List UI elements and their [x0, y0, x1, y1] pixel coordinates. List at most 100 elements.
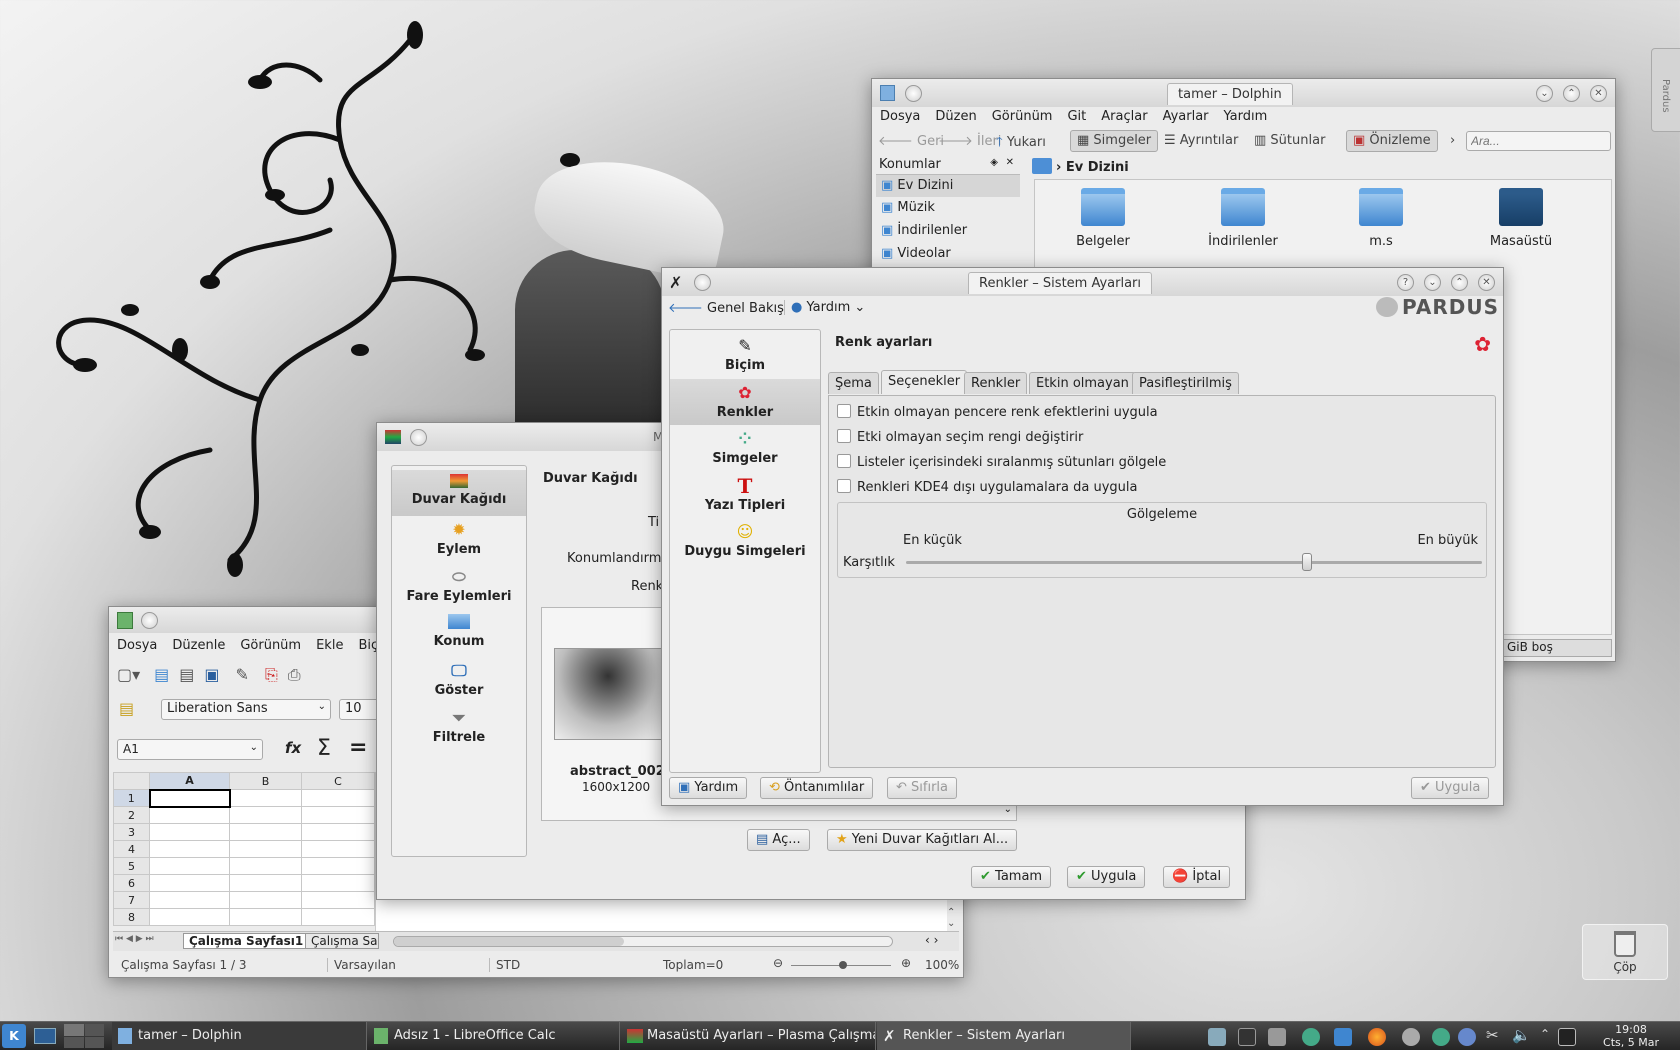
formula-icon[interactable]: = — [349, 735, 367, 760]
forward-button[interactable]: 🡒 İleri — [938, 133, 1001, 149]
back-button[interactable]: 🡐 Geri — [878, 133, 944, 149]
clock[interactable]: 19:08 Cts, 5 Mar — [1588, 1023, 1674, 1049]
window-menu-button[interactable] — [410, 429, 427, 446]
folder-ms[interactable]: m.s — [1333, 188, 1429, 249]
cancel-button[interactable]: ⛔ İptal — [1163, 866, 1231, 888]
user-switch-icon[interactable] — [1458, 1028, 1476, 1046]
pager[interactable] — [64, 1024, 104, 1048]
row-header[interactable]: 8 — [113, 908, 150, 926]
ok-button[interactable]: ✔ Tamam — [971, 866, 1052, 888]
save-as-icon[interactable]: ▣ — [204, 665, 219, 684]
get-new-wallpapers-button[interactable]: ★ Yeni Duvar Kağıtları Al... — [827, 829, 1018, 851]
folder-indirilenler[interactable]: İndirilenler — [1195, 188, 1291, 249]
network-icon[interactable] — [1238, 1028, 1256, 1046]
preview-button[interactable]: ▣ Önizleme — [1346, 130, 1438, 152]
menu-gorunum[interactable]: Görünüm — [240, 638, 301, 653]
open-button[interactable]: ▤ Aç... — [747, 829, 810, 851]
trash-widget[interactable]: Çöp — [1582, 924, 1668, 980]
scroll-left-right-icons[interactable]: ‹ › — [925, 933, 938, 947]
dolphin-titlebar[interactable]: tamer – Dolphin ⌄ ⌃ ✕ — [872, 79, 1615, 107]
show-desktop-icon[interactable] — [34, 1028, 56, 1044]
window-menu-button[interactable] — [905, 85, 922, 102]
menu-ekle[interactable]: Ekle — [316, 638, 343, 653]
option-shade-sorted-columns[interactable]: Listeler içerisindeki sıralanmış sütunla… — [837, 454, 1166, 470]
up-button[interactable]: 🡑 Yukarı — [996, 133, 1046, 155]
pdf-export-icon[interactable]: ⎘ — [265, 665, 278, 684]
status-mode[interactable]: STD — [489, 958, 520, 972]
row-header[interactable]: 2 — [113, 806, 150, 824]
option-apply-non-kde[interactable]: Renkleri KDE4 dışı uygulamalara da uygul… — [837, 479, 1137, 495]
row-header[interactable]: 6 — [113, 874, 150, 892]
place-item-music[interactable]: ▣ Müzik — [876, 197, 1020, 220]
zoom-slider-knob[interactable] — [839, 961, 847, 969]
open-icon[interactable]: ▤ — [154, 665, 169, 684]
minimize-button[interactable]: ⌄ — [1536, 85, 1553, 102]
task-calc[interactable]: Adsız 1 - LibreOffice Calc — [368, 1022, 620, 1050]
system-settings-titlebar[interactable]: ✗ Renkler – Sistem Ayarları ? ⌄ ⌃ ✕ — [662, 268, 1503, 296]
help-menu-button[interactable]: ● Yardım ⌄ — [784, 300, 865, 315]
sidebar-item-emoticons[interactable]: ☺ Duygu Simgeleri — [670, 520, 820, 564]
overview-button[interactable]: 🡐 Genel Bakış — [668, 300, 784, 316]
column-header[interactable]: C — [300, 772, 376, 790]
wallpaper-thumbnail[interactable] — [554, 648, 662, 740]
sidebar-item-icons[interactable]: ⁘ Simgeler — [670, 427, 820, 471]
row-header[interactable]: 7 — [113, 891, 150, 909]
apply-button[interactable]: ✔ Uygula — [1067, 866, 1146, 888]
sheet-nav-icons[interactable]: ⏮ ◀ ▶ ⏭ — [115, 934, 154, 944]
view-icons-button[interactable]: ▦ Simgeler — [1070, 130, 1159, 152]
row-header[interactable]: 1 — [113, 789, 150, 807]
place-item-home[interactable]: ▣ Ev Dizini — [876, 175, 1020, 197]
status-zoom[interactable]: 100% — [925, 958, 959, 972]
function-wizard-icon[interactable]: fx — [285, 739, 301, 757]
checkbox[interactable] — [837, 479, 851, 493]
row-header[interactable]: 4 — [113, 840, 150, 858]
pardus-side-tab[interactable]: Pardus — [1651, 48, 1680, 132]
panel-close-icon[interactable]: ✕ — [1006, 157, 1014, 168]
minimize-button[interactable]: ⌄ — [1424, 274, 1441, 291]
sheet-tab-1[interactable]: Çalışma Sayfası1 — [183, 933, 310, 949]
horizontal-scrollbar[interactable] — [393, 936, 893, 947]
row-header[interactable]: 3 — [113, 823, 150, 841]
sidebar-item-action[interactable]: ✹ Eylem — [392, 520, 526, 564]
folder-belgeler[interactable]: Belgeler — [1055, 188, 1151, 249]
info-icon[interactable] — [1402, 1028, 1420, 1046]
contacts-icon[interactable] — [1302, 1028, 1320, 1046]
menu-git[interactable]: Git — [1067, 109, 1086, 124]
toolbar-overflow-icon[interactable]: › — [1450, 133, 1455, 148]
spreadsheet-grid[interactable]: ABC 1 2 3 4 5 6 7 8 — [113, 772, 376, 926]
sidebar-item-mouse-actions[interactable]: ⬭ Fare Eylemleri — [392, 567, 526, 611]
device-notifier-icon[interactable] — [1268, 1028, 1286, 1046]
firefox-icon[interactable] — [1368, 1028, 1386, 1046]
reset-button[interactable]: ↶ Sıfırla — [887, 777, 958, 799]
clipboard-icon[interactable] — [1208, 1028, 1226, 1046]
sidebar-item-filter[interactable]: ⏷ Filtrele — [392, 708, 526, 752]
zoom-slider[interactable] — [791, 961, 891, 969]
window-menu-button[interactable] — [694, 274, 711, 291]
scissors-icon[interactable]: ✂ — [1486, 1026, 1499, 1044]
new-doc-icon[interactable]: ▢▾ — [117, 665, 140, 684]
name-box[interactable]: A1 ⌄ — [117, 739, 263, 760]
menu-duzen[interactable]: Düzen — [935, 109, 976, 124]
menu-dosya[interactable]: Dosya — [117, 638, 157, 653]
contrast-slider[interactable] — [906, 553, 1482, 571]
menu-yardim[interactable]: Yardım — [1224, 109, 1268, 124]
volume-icon[interactable]: 🔈 — [1512, 1026, 1531, 1044]
sheet-tab-2[interactable]: Çalışma Sayf — [305, 933, 379, 949]
sum-icon[interactable]: Σ — [317, 736, 331, 761]
option-inactive-effects[interactable]: Etkin olmayan pencere renk efektlerini u… — [837, 404, 1158, 420]
menu-dosya[interactable]: Dosya — [880, 109, 920, 124]
power-icon[interactable] — [1558, 1028, 1576, 1046]
breadcrumb[interactable]: › Ev Dizini — [1032, 155, 1129, 177]
styles-icon[interactable]: ▤ — [119, 699, 134, 718]
folder-masaustu[interactable]: Masaüstü — [1473, 188, 1569, 249]
option-selection-color[interactable]: Etki olmayan seçim rengi değiştirir — [837, 429, 1083, 445]
save-icon[interactable]: ▤ — [179, 665, 194, 684]
folder-icon[interactable] — [1334, 1028, 1352, 1046]
place-item-videos[interactable]: ▣ Videolar — [876, 243, 1020, 266]
apply-button[interactable]: ✔ Uygula — [1411, 777, 1490, 799]
desktop-1[interactable] — [64, 1024, 84, 1036]
window-menu-button[interactable] — [141, 612, 158, 629]
active-cell[interactable] — [148, 788, 231, 808]
edit-icon[interactable]: ✎ — [236, 665, 249, 684]
tab-scheme[interactable]: Şema — [828, 372, 879, 394]
